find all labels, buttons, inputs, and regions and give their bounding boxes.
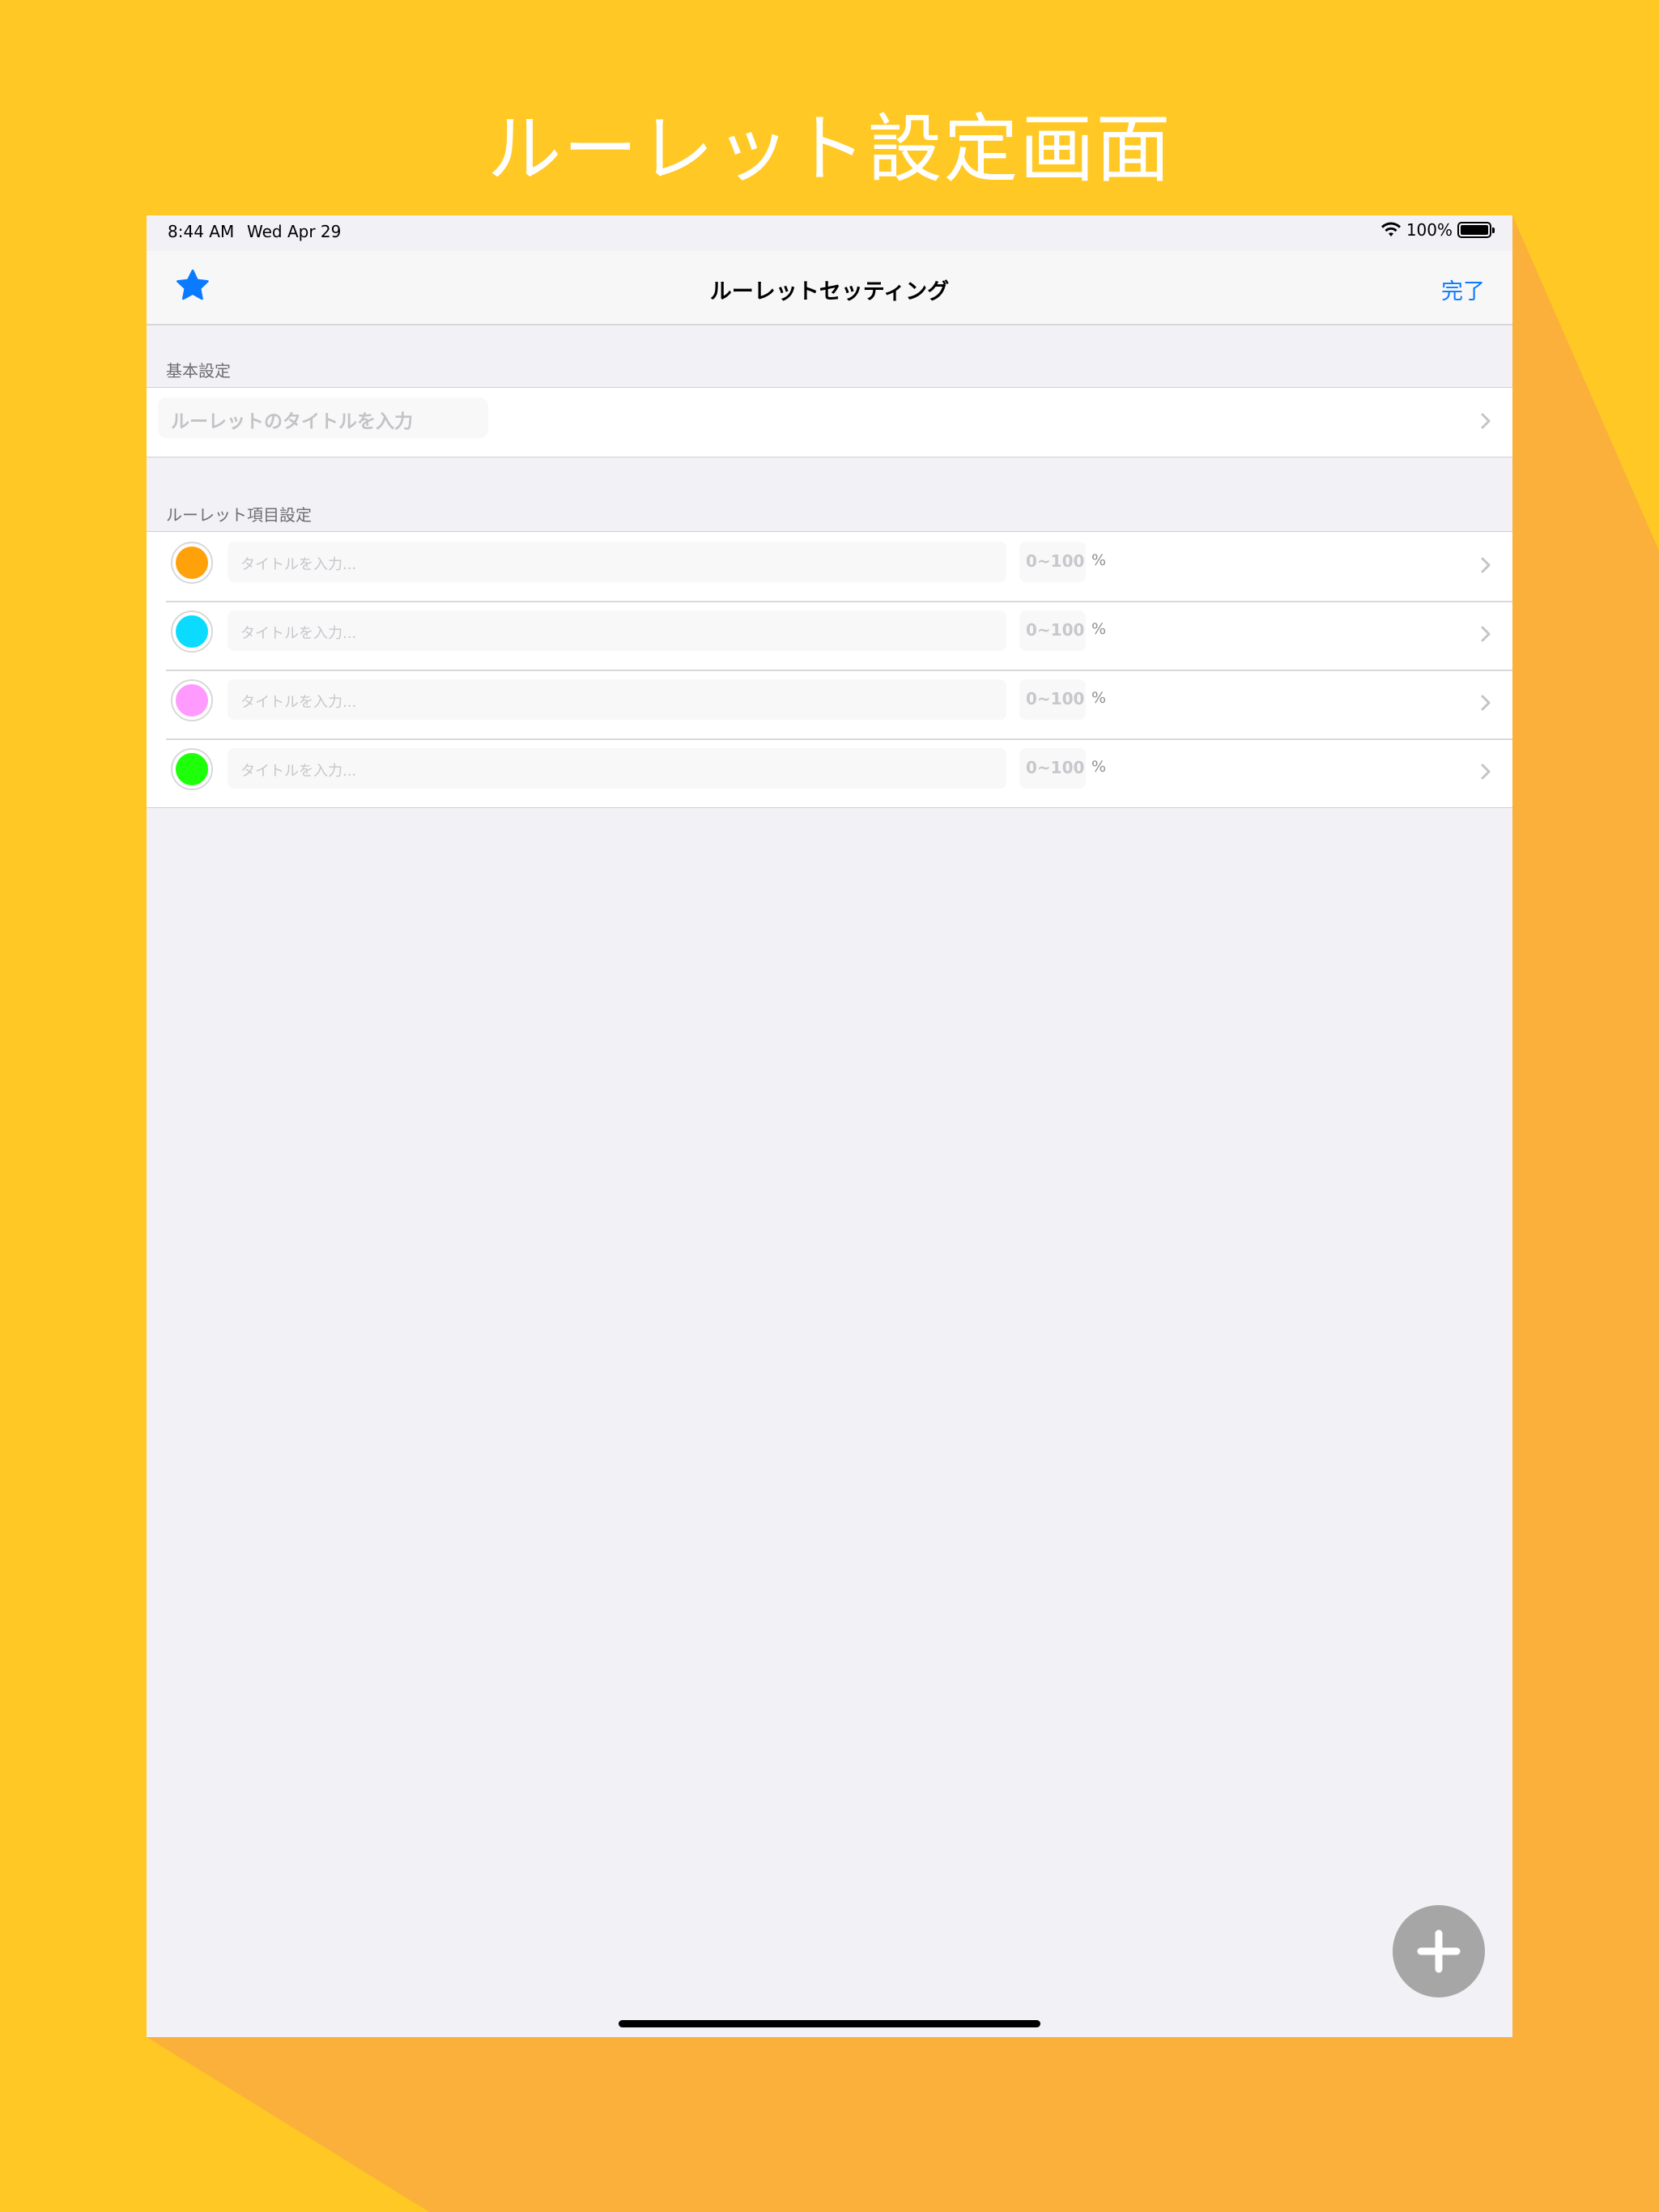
status-time: 8:44 AM — [168, 222, 235, 241]
percent-sign: % — [1091, 620, 1107, 638]
battery-percent: 100% — [1406, 220, 1453, 240]
status-right: 100% — [1380, 220, 1495, 240]
item-percent-input[interactable]: 0~100 — [1019, 610, 1086, 651]
items-section-header: ルーレット項目設定 — [166, 505, 312, 525]
item-percent-input[interactable]: 0~100 — [1019, 748, 1086, 789]
home-indicator[interactable] — [619, 2020, 1040, 2027]
percent-sign: % — [1091, 758, 1107, 776]
roulette-item-row[interactable]: タイトルを入力... 0~100 % — [147, 532, 1512, 601]
item-title-input[interactable]: タイトルを入力... — [228, 679, 1006, 720]
chevron-right-icon — [1481, 764, 1491, 780]
battery-icon — [1457, 222, 1495, 238]
color-swatch[interactable] — [171, 748, 213, 790]
color-swatch[interactable] — [171, 542, 213, 584]
wifi-icon — [1380, 222, 1401, 236]
roulette-items-group: タイトルを入力... 0~100 % タイトルを入力... 0~100 % タイ… — [147, 531, 1512, 808]
plus-icon — [1417, 1929, 1461, 1973]
item-title-input[interactable]: タイトルを入力... — [228, 610, 1006, 651]
nav-title: ルーレットセッティング — [709, 279, 950, 304]
add-item-button[interactable] — [1393, 1905, 1485, 1997]
color-swatch[interactable] — [171, 610, 213, 653]
roulette-item-row[interactable]: タイトルを入力... 0~100 % — [147, 738, 1512, 807]
navigation-bar: ルーレットセッティング 完了 — [147, 251, 1512, 325]
item-title-input[interactable]: タイトルを入力... — [228, 542, 1006, 582]
device-screen: 8:44 AM Wed Apr 29 100% ルーレットセッティング 完了 基… — [147, 215, 1512, 2037]
status-bar: 8:44 AM Wed Apr 29 100% — [147, 215, 1512, 251]
color-swatch[interactable] — [171, 679, 213, 721]
percent-sign: % — [1091, 551, 1107, 569]
chevron-right-icon — [1481, 413, 1491, 429]
promo-title: ルーレット設定画面 — [487, 106, 1172, 193]
roulette-title-input[interactable]: ルーレットのタイトルを入力 — [158, 398, 488, 438]
item-percent-input[interactable]: 0~100 — [1019, 679, 1086, 720]
roulette-item-row[interactable]: タイトルを入力... 0~100 % — [147, 601, 1512, 670]
chevron-right-icon — [1481, 695, 1491, 711]
roulette-item-row[interactable]: タイトルを入力... 0~100 % — [147, 670, 1512, 738]
item-percent-input[interactable]: 0~100 — [1019, 542, 1086, 582]
done-button[interactable]: 完了 — [1441, 274, 1485, 305]
chevron-right-icon — [1481, 626, 1491, 642]
roulette-title-row[interactable]: ルーレットのタイトルを入力 — [147, 388, 1512, 457]
status-date: Wed Apr 29 — [247, 222, 342, 241]
basic-settings-group: ルーレットのタイトルを入力 — [147, 387, 1512, 457]
percent-sign: % — [1091, 689, 1107, 707]
basic-section-header: 基本設定 — [166, 361, 231, 381]
chevron-right-icon — [1481, 557, 1491, 573]
item-title-input[interactable]: タイトルを入力... — [228, 748, 1006, 789]
